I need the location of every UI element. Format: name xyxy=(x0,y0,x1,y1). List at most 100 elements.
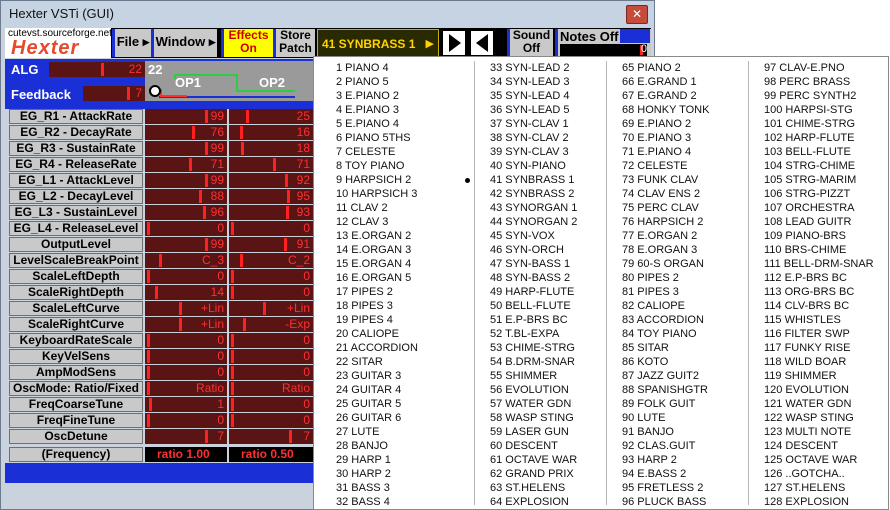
program-menu-item[interactable]: 86 KOTO xyxy=(622,355,709,369)
program-menu-item[interactable]: 105 STRG-MARIM xyxy=(764,173,874,187)
program-menu-item[interactable]: 101 CHIME-STRG xyxy=(764,117,874,131)
program-menu-item[interactable]: 47 SYN-BASS 1 xyxy=(490,257,577,271)
program-menu-item[interactable]: 94 E.BASS 2 xyxy=(622,467,709,481)
op1-param-slider[interactable]: 99 xyxy=(145,173,227,188)
program-menu-item[interactable]: 76 HARPSICH 2 xyxy=(622,215,709,229)
op1-param-slider[interactable]: 0 xyxy=(145,333,227,348)
op2-param-slider[interactable]: 0 xyxy=(229,413,313,428)
program-menu-item[interactable]: 11 CLAV 2 xyxy=(336,201,418,215)
program-menu-item[interactable]: 108 LEAD GUITR xyxy=(764,215,874,229)
op2-param-slider[interactable]: 0 xyxy=(229,333,313,348)
program-menu-item[interactable]: 75 PERC CLAV xyxy=(622,201,709,215)
op2-param-slider[interactable]: C_2 xyxy=(229,253,313,268)
program-menu-item[interactable]: 40 SYN-PIANO xyxy=(490,159,577,173)
program-menu-item[interactable]: 126 ..GOTCHA.. xyxy=(764,467,874,481)
program-menu-item[interactable]: 104 STRG-CHIME xyxy=(764,159,874,173)
program-menu-item[interactable]: 125 OCTAVE WAR xyxy=(764,453,874,467)
op1-param-slider[interactable]: 88 xyxy=(145,189,227,204)
program-menu-item[interactable]: 102 HARP-FLUTE xyxy=(764,131,874,145)
program-menu-item[interactable]: 60 DESCENT xyxy=(490,439,577,453)
program-menu-item[interactable]: 68 HONKY TONK xyxy=(622,103,709,117)
program-menu-item[interactable]: 88 SPANISHGTR xyxy=(622,383,709,397)
program-menu-item[interactable]: 39 SYN-CLAV 3 xyxy=(490,145,577,159)
program-menu-item[interactable]: 64 EXPLOSION xyxy=(490,495,577,509)
op1-param-slider[interactable]: 99 xyxy=(145,237,227,252)
program-menu-item[interactable]: 92 CLAS.GUIT xyxy=(622,439,709,453)
program-menu-item[interactable]: 127 ST.HELENS xyxy=(764,481,874,495)
op2-param-slider[interactable]: Ratio xyxy=(229,381,313,396)
program-menu-item[interactable]: 32 BASS 4 xyxy=(336,495,418,509)
op2-param-slider[interactable]: 0 xyxy=(229,365,313,380)
program-menu-item[interactable]: 49 HARP-FLUTE xyxy=(490,285,577,299)
program-menu-item[interactable]: 6 PIANO 5THS xyxy=(336,131,418,145)
op1-param-slider[interactable]: 14 xyxy=(145,285,227,300)
program-menu-item[interactable]: 61 OCTAVE WAR xyxy=(490,453,577,467)
program-menu-item[interactable]: 27 LUTE xyxy=(336,425,418,439)
program-menu-item[interactable]: 71 E.PIANO 4 xyxy=(622,145,709,159)
next-program-button[interactable] xyxy=(441,29,467,57)
program-menu-item[interactable]: 9 HARPSICH 2 xyxy=(336,173,418,187)
op1-param-slider[interactable]: 76 xyxy=(145,125,227,140)
program-menu-item[interactable]: 35 SYN-LEAD 4 xyxy=(490,89,577,103)
program-menu-item[interactable]: 122 WASP STING xyxy=(764,411,874,425)
program-menu-item[interactable]: 58 WASP STING xyxy=(490,411,577,425)
program-menu-item[interactable]: 87 JAZZ GUIT2 xyxy=(622,369,709,383)
program-menu-item[interactable]: 74 CLAV ENS 2 xyxy=(622,187,709,201)
window-menu-button[interactable]: Window ▸ xyxy=(151,29,217,57)
program-menu-item[interactable]: 3 E.PIANO 2 xyxy=(336,89,418,103)
program-menu-item[interactable]: 29 HARP 1 xyxy=(336,453,418,467)
op2-param-slider[interactable]: 16 xyxy=(229,125,313,140)
program-menu-item[interactable]: 84 TOY PIANO xyxy=(622,327,709,341)
op1-param-slider[interactable]: Ratio xyxy=(145,381,227,396)
program-menu-item[interactable]: 113 ORG-BRS BC xyxy=(764,285,874,299)
program-menu-item[interactable]: 115 WHISTLES xyxy=(764,313,874,327)
program-menu-item[interactable]: 43 SYNORGAN 1 xyxy=(490,201,577,215)
program-menu-item[interactable]: 19 PIPES 4 xyxy=(336,313,418,327)
op1-param-slider[interactable]: 1 xyxy=(145,397,227,412)
program-menu-item[interactable]: 12 CLAV 3 xyxy=(336,215,418,229)
program-menu-item[interactable]: 44 SYNORGAN 2 xyxy=(490,215,577,229)
program-menu-item[interactable]: 112 E.P-BRS BC xyxy=(764,271,874,285)
op2-param-slider[interactable]: 0 xyxy=(229,349,313,364)
store-patch-button[interactable]: Store Patch xyxy=(273,29,315,57)
op2-param-slider[interactable]: 71 xyxy=(229,157,313,172)
program-menu-item[interactable]: 62 GRAND PRIX xyxy=(490,467,577,481)
program-menu-item[interactable]: 53 CHIME-STRG xyxy=(490,341,577,355)
sound-off-button[interactable]: Sound Off xyxy=(507,29,553,57)
program-menu-item[interactable]: 100 HARPSI-STG xyxy=(764,103,874,117)
op1-param-slider[interactable]: +Lin xyxy=(145,317,227,332)
op2-param-slider[interactable]: -Exp xyxy=(229,317,313,332)
program-menu-item[interactable]: 37 SYN-CLAV 1 xyxy=(490,117,577,131)
program-menu-item[interactable]: 85 SITAR xyxy=(622,341,709,355)
program-menu-item[interactable]: 8 TOY PIANO xyxy=(336,159,418,173)
program-menu-item[interactable]: 114 CLV-BRS BC xyxy=(764,299,874,313)
program-menu-item[interactable]: 67 E.GRAND 2 xyxy=(622,89,709,103)
op2-param-slider[interactable]: 92 xyxy=(229,173,313,188)
program-menu-item[interactable]: 23 GUITAR 3 xyxy=(336,369,418,383)
program-menu-item[interactable]: 65 PIANO 2 xyxy=(622,61,709,75)
program-menu-item[interactable]: 97 CLAV-E.PNO xyxy=(764,61,874,75)
program-menu-item[interactable]: 15 E.ORGAN 4 xyxy=(336,257,418,271)
op2-param-slider[interactable]: 0 xyxy=(229,269,313,284)
program-menu-item[interactable]: 10 HARPSICH 3 xyxy=(336,187,418,201)
program-menu-item[interactable]: 5 E.PIANO 4 xyxy=(336,117,418,131)
program-menu-item[interactable]: 14 E.ORGAN 3 xyxy=(336,243,418,257)
program-menu-item[interactable]: 110 BRS-CHIME xyxy=(764,243,874,257)
program-menu-item[interactable]: 18 PIPES 3 xyxy=(336,299,418,313)
program-menu-item[interactable]: 128 EXPLOSION xyxy=(764,495,874,509)
program-menu-item[interactable]: 119 SHIMMER xyxy=(764,369,874,383)
program-menu-item[interactable]: 17 PIPES 2 xyxy=(336,285,418,299)
program-menu-item[interactable]: 95 FRETLESS 2 xyxy=(622,481,709,495)
program-menu-item[interactable]: 46 SYN-ORCH xyxy=(490,243,577,257)
op1-param-slider[interactable]: 0 xyxy=(145,349,227,364)
program-menu-item[interactable]: 57 WATER GDN xyxy=(490,397,577,411)
op1-param-slider[interactable]: +Lin xyxy=(145,301,227,316)
op2-param-slider[interactable]: 0 xyxy=(229,285,313,300)
program-menu-item[interactable]: 116 FILTER SWP xyxy=(764,327,874,341)
close-button[interactable]: ✕ xyxy=(626,5,648,24)
program-menu-item[interactable]: 34 SYN-LEAD 3 xyxy=(490,75,577,89)
program-selector[interactable]: 41 SYNBRASS 1 ▶ xyxy=(317,29,439,57)
program-menu-item[interactable]: 77 E.ORGAN 2 xyxy=(622,229,709,243)
program-menu-item[interactable]: 107 ORCHESTRA xyxy=(764,201,874,215)
program-menu-item[interactable]: 82 CALIOPE xyxy=(622,299,709,313)
